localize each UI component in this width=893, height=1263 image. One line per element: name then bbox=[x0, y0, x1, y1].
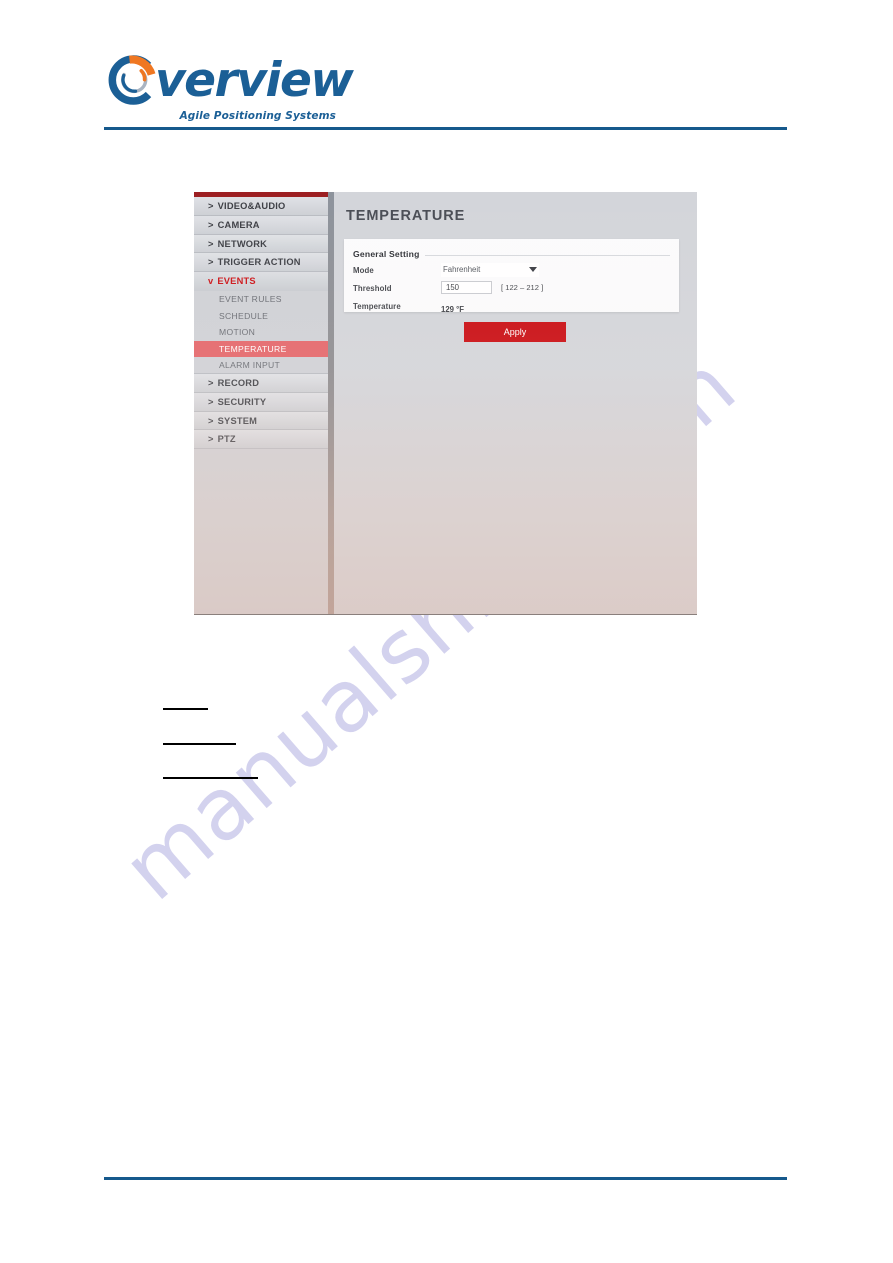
mode-select[interactable]: Fahrenheit bbox=[441, 263, 539, 277]
sidebar-item-record[interactable]: > RECORD bbox=[194, 373, 328, 393]
sidebar-item-trigger-action[interactable]: > TRIGGER ACTION bbox=[194, 253, 328, 273]
chevron-down-icon: v bbox=[208, 276, 214, 287]
sidebar-item-label: SYSTEM bbox=[217, 415, 258, 426]
card-header: General Setting bbox=[353, 244, 670, 259]
chevron-right-icon: > bbox=[208, 377, 214, 388]
sidebar-subitem-label: ALARM INPUT bbox=[219, 360, 281, 371]
card-title: General Setting bbox=[353, 249, 425, 259]
document-page: verview Agile Positioning Systems > VIDEO… bbox=[0, 0, 893, 1263]
sidebar-item-label: NETWORK bbox=[217, 238, 268, 249]
embedded-camera-ui-screenshot: > VIDEO&AUDIO > CAMERA > NETWORK > TRIGGER A… bbox=[194, 192, 697, 615]
chevron-right-icon: > bbox=[208, 257, 214, 268]
temperature-label: Temperature bbox=[353, 302, 401, 311]
sidebar-item-events[interactable]: v EVENTS bbox=[194, 272, 328, 291]
sidebar-item-system[interactable]: > SYSTEM bbox=[194, 411, 328, 431]
general-setting-card: General Setting Mode Fahrenheit Threshol… bbox=[344, 239, 679, 315]
page-title: TEMPERATURE bbox=[346, 208, 466, 224]
sidebar-item-ptz[interactable]: > PTZ bbox=[194, 430, 328, 450]
sidebar-subitem-label: TEMPERATURE bbox=[219, 343, 287, 354]
mode-field: Fahrenheit bbox=[441, 263, 539, 277]
sidebar-item-label: RECORD bbox=[217, 377, 260, 388]
field-row-mode: Mode Fahrenheit bbox=[353, 263, 670, 279]
chevron-right-icon: > bbox=[208, 434, 214, 445]
settings-content-pane: TEMPERATURE General Setting Mode Fahrenh… bbox=[334, 197, 697, 614]
sidebar-subitem-alarm-input[interactable]: ALARM INPUT bbox=[194, 357, 328, 374]
mode-label: Mode bbox=[353, 266, 374, 275]
sidebar-item-label: SECURITY bbox=[217, 396, 267, 407]
sidebar-item-video-audio[interactable]: > VIDEO&AUDIO bbox=[194, 197, 328, 216]
threshold-value: 150 bbox=[446, 283, 460, 292]
sidebar-subitem-label: EVENT RULES bbox=[219, 293, 282, 304]
threshold-field: 150 [ 122 – 212 ] bbox=[441, 281, 543, 294]
chevron-right-icon: > bbox=[208, 396, 214, 407]
logo-wordmark: verview bbox=[155, 52, 354, 108]
chevron-right-icon: > bbox=[208, 415, 214, 426]
temperature-value: 129 °F bbox=[441, 305, 465, 314]
threshold-range-hint: [ 122 – 212 ] bbox=[501, 283, 544, 292]
apply-button[interactable]: Apply bbox=[464, 322, 566, 342]
mode-selected-value: Fahrenheit bbox=[443, 265, 481, 274]
chevron-right-icon: > bbox=[208, 201, 214, 211]
temperature-field: 129 °F bbox=[441, 299, 464, 317]
chevron-right-icon: > bbox=[208, 238, 214, 249]
sidebar-subitem-motion[interactable]: MOTION bbox=[194, 324, 328, 341]
settings-sidebar: > VIDEO&AUDIO > CAMERA > NETWORK > TRIGGER A… bbox=[194, 197, 328, 614]
logo-tagline: Agile Positioning Systems bbox=[179, 110, 336, 122]
underline-mark-1 bbox=[163, 708, 208, 710]
chevron-down-icon bbox=[529, 267, 537, 272]
field-row-threshold: Threshold 150 [ 122 – 212 ] bbox=[353, 281, 670, 297]
overview-circular-logo-icon bbox=[104, 52, 162, 108]
underline-mark-2 bbox=[163, 743, 236, 745]
company-logo: verview Agile Positioning Systems bbox=[104, 52, 354, 122]
sidebar-item-network[interactable]: > NETWORK bbox=[194, 234, 328, 254]
sidebar-subitem-event-rules[interactable]: EVENT RULES bbox=[194, 290, 328, 308]
sidebar-subitem-label: SCHEDULE bbox=[219, 310, 269, 321]
sidebar-item-label: TRIGGER ACTION bbox=[217, 257, 301, 268]
sidebar-subitem-label: MOTION bbox=[219, 327, 256, 338]
sidebar-item-security[interactable]: > SECURITY bbox=[194, 392, 328, 412]
sidebar-subitem-temperature[interactable]: TEMPERATURE bbox=[194, 340, 328, 358]
sidebar-item-label: EVENTS bbox=[217, 276, 256, 287]
sidebar-item-label: PTZ bbox=[217, 434, 236, 445]
sidebar-subitem-schedule[interactable]: SCHEDULE bbox=[194, 307, 328, 325]
threshold-label: Threshold bbox=[353, 284, 392, 293]
sidebar-item-label: CAMERA bbox=[217, 219, 260, 230]
field-row-temperature: Temperature 129 °F bbox=[353, 299, 670, 315]
threshold-input[interactable]: 150 bbox=[441, 281, 492, 294]
chevron-right-icon: > bbox=[208, 219, 214, 230]
header-divider-rule bbox=[104, 127, 787, 130]
page-header: verview Agile Positioning Systems bbox=[0, 0, 893, 140]
sidebar-item-camera[interactable]: > CAMERA bbox=[194, 215, 328, 235]
underline-mark-3 bbox=[163, 777, 258, 779]
footer-divider-rule bbox=[104, 1177, 787, 1180]
sidebar-item-label: VIDEO&AUDIO bbox=[217, 201, 286, 211]
